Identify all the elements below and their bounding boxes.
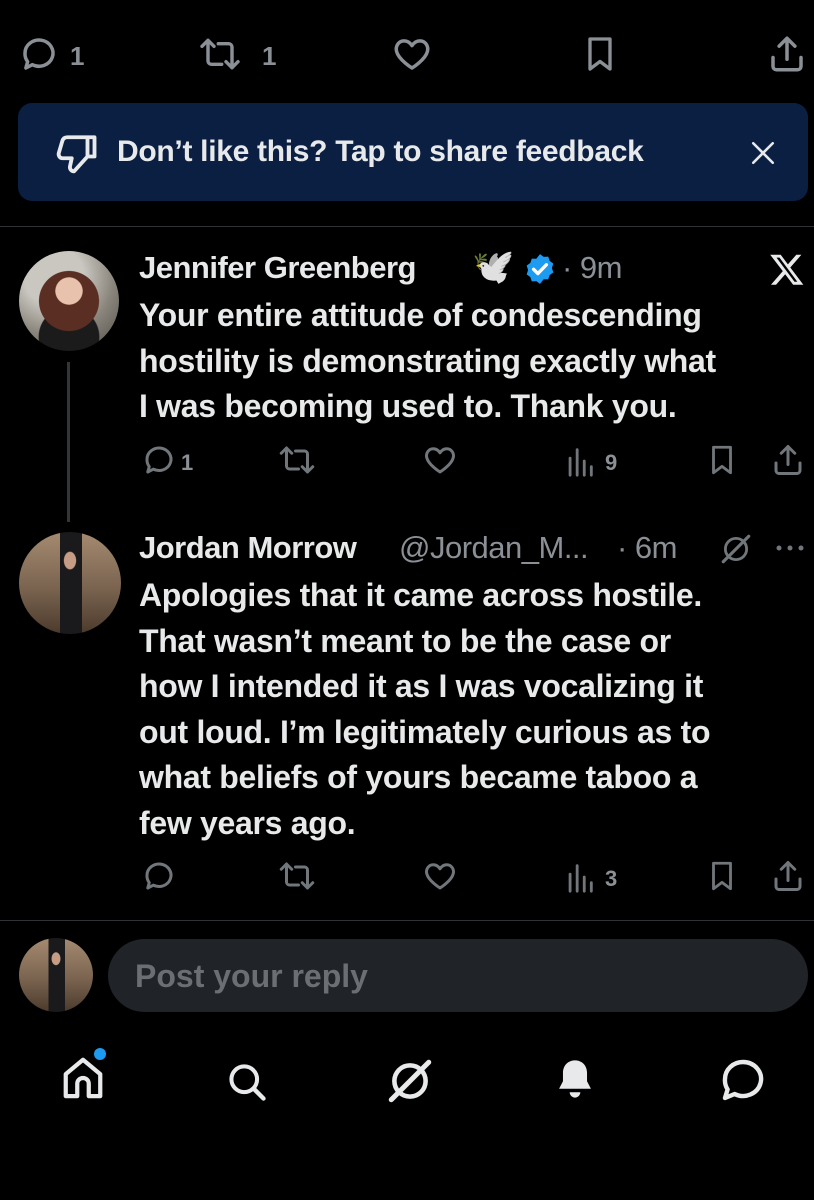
nav-grok[interactable] [385, 1056, 435, 1106]
close-icon [751, 141, 775, 165]
heart-icon [394, 39, 430, 70]
dove-emoji: 🕊️ [472, 248, 515, 286]
repost-button[interactable] [276, 858, 318, 894]
reply-button[interactable] [141, 858, 177, 894]
nav-notifications[interactable] [553, 1056, 597, 1102]
heart-icon [425, 447, 455, 474]
tweet-text-line: Your entire attitude of condescending [139, 297, 702, 333]
reply-input[interactable]: Post your reply [108, 939, 808, 1012]
repost-count: 1 [262, 41, 277, 71]
timestamp[interactable]: · 6m [617, 530, 678, 566]
more-options-icon[interactable] [775, 543, 805, 553]
bookmark-icon [588, 37, 612, 71]
tweet-text-line: Apologies that it came across hostile. [139, 577, 702, 613]
reply-count: 1 [181, 450, 194, 475]
search-icon [229, 1064, 266, 1101]
avatar-current-user[interactable] [19, 938, 93, 1012]
like-button[interactable] [390, 33, 434, 75]
share-icon [774, 861, 802, 891]
tweet-text-line: out loud. I’m legitimately curious as to [139, 713, 711, 750]
reply-button[interactable] [141, 442, 177, 478]
bookmark-icon [712, 861, 732, 891]
share-button[interactable] [766, 33, 808, 75]
views-count: 9 [605, 450, 618, 475]
views-count: 3 [605, 866, 618, 891]
author-name[interactable]: Jordan Morrow [139, 530, 357, 566]
tweet-actions: 3 [0, 858, 814, 898]
notification-dot [94, 1048, 106, 1060]
tweet-text: Apologies that it came across hostile. T… [139, 573, 711, 846]
reply-icon [23, 38, 55, 70]
repost-icon [200, 38, 240, 70]
repost-button[interactable] [196, 33, 244, 75]
x-logo-icon [769, 251, 805, 287]
tweet-text-line: hostility is demonstrating exactly what [139, 342, 716, 379]
divider [0, 226, 814, 227]
bookmark-button[interactable] [705, 442, 739, 478]
like-button[interactable] [421, 442, 459, 478]
analytics-icon [568, 448, 593, 477]
feedback-banner[interactable]: Don’t like this? Tap to share feedback [18, 103, 808, 201]
repost-button[interactable] [276, 442, 318, 478]
reply-icon [145, 862, 173, 890]
bottom-nav [0, 1040, 814, 1120]
feedback-banner-text: Don’t like this? Tap to share feedback [117, 135, 644, 168]
bookmark-button[interactable] [580, 33, 620, 75]
nav-home[interactable] [60, 1048, 106, 1102]
nav-messages[interactable] [718, 1056, 768, 1104]
tweet-text: Your entire attitude of condescending ho… [139, 293, 716, 430]
heart-icon [425, 863, 455, 890]
author-handle[interactable]: @Jordan_M... [399, 530, 589, 566]
nav-search[interactable] [225, 1060, 269, 1104]
reply-button[interactable] [18, 33, 60, 75]
tweet-text-line: few years ago. [139, 804, 356, 841]
bookmark-icon [712, 445, 732, 475]
bell-icon [559, 1060, 591, 1098]
share-button[interactable] [770, 442, 806, 478]
tweet-text-line: I was becoming used to. Thank you. [139, 388, 677, 424]
avatar-jordan[interactable] [19, 532, 121, 634]
avatar-jennifer[interactable] [19, 251, 119, 351]
top-action-bar: 1 1 [0, 25, 814, 85]
reply-count: 1 [70, 41, 85, 71]
grok-icon [388, 1059, 432, 1103]
bookmark-button[interactable] [705, 858, 739, 894]
like-button[interactable] [421, 858, 459, 894]
timestamp[interactable]: · 9m [562, 250, 623, 286]
author-name[interactable]: Jennifer Greenberg [139, 250, 416, 286]
repost-icon [279, 862, 315, 890]
analytics-icon [568, 864, 593, 893]
share-icon [771, 36, 803, 72]
close-button[interactable] [750, 140, 776, 166]
reply-icon [145, 446, 173, 474]
tweet-text-line: how I intended it as I was vocalizing it [139, 668, 704, 704]
verified-badge-icon [523, 252, 557, 286]
share-icon [774, 445, 802, 475]
share-button[interactable] [770, 858, 806, 894]
reply-placeholder: Post your reply [135, 958, 368, 994]
grok-icon[interactable] [718, 532, 754, 566]
views-button[interactable] [565, 860, 595, 894]
divider [0, 920, 814, 921]
repost-icon [279, 446, 315, 474]
tweet-actions: 1 9 [0, 442, 814, 482]
tweet-text-line: That wasn’t meant to be the case or [139, 622, 671, 659]
thumbs-down-icon [54, 132, 100, 174]
message-icon [722, 1059, 764, 1101]
views-button[interactable] [565, 444, 595, 478]
tweet-text-line: what beliefs of yours became taboo a [139, 759, 698, 795]
